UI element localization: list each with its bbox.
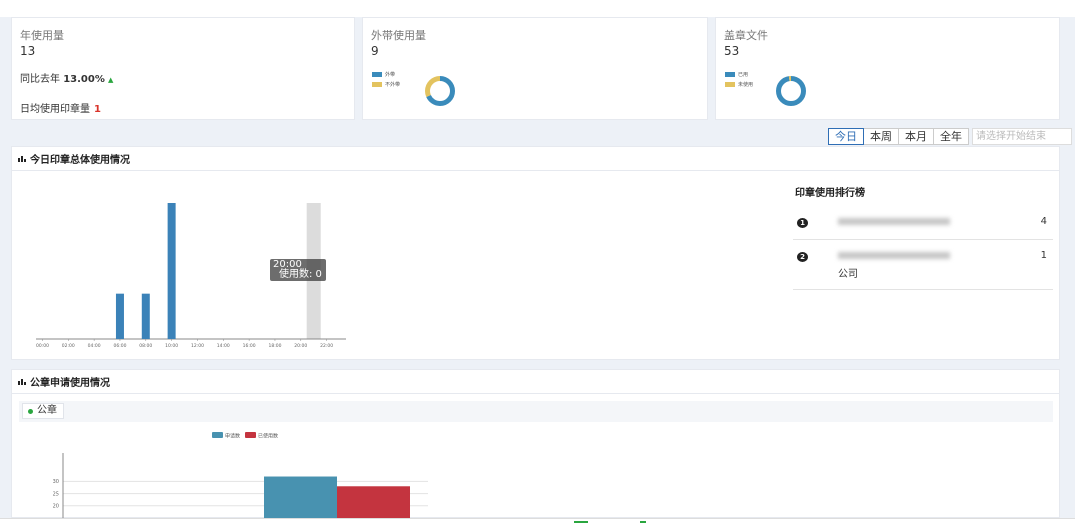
redacted-name (838, 218, 950, 225)
bottom-strip (0, 518, 1075, 529)
legend-item: 未使用 (725, 81, 753, 88)
x-tick-label: 02:00 (62, 343, 75, 349)
x-tick-label: 06:00 (113, 343, 126, 349)
rank-count: 1 (1040, 250, 1047, 261)
bar-chart-icon (18, 379, 26, 385)
bar[interactable] (167, 203, 176, 339)
x-tick-label: 18:00 (268, 343, 281, 349)
external-usage-donut (425, 76, 455, 106)
range-today[interactable]: 今日 (828, 128, 864, 145)
card-value: 53 (724, 44, 740, 58)
tooltip-value: 使用数: 0 (273, 270, 323, 280)
card-title: 外带使用量 (371, 29, 426, 42)
tooltip-label: 使用数: 0 (279, 269, 322, 280)
card-title: 盖章文件 (724, 29, 768, 42)
legend-swatch (372, 72, 382, 77)
legend-item: 外带 (372, 71, 395, 78)
scroll-marker (574, 521, 588, 523)
legend-swatch (725, 72, 735, 77)
panel-title: 公章申请使用情况 (30, 378, 110, 389)
ranking-row[interactable]: 1 4 (793, 205, 1053, 240)
chart-tooltip: 20:00 使用数: 0 (270, 259, 326, 281)
bar[interactable] (115, 293, 124, 339)
redacted-name (838, 252, 950, 259)
x-tick-label: 16:00 (243, 343, 256, 349)
legend-label: 申请数 (225, 433, 240, 440)
scroll-marker (640, 521, 646, 523)
y-tick-label: 30 (53, 479, 59, 485)
rank-subtitle: 公司 (838, 269, 858, 280)
legend-label: 已使用数 (258, 433, 278, 440)
y-tick-label: 25 (53, 491, 59, 497)
bar[interactable] (141, 293, 150, 339)
x-tick-label: 08:00 (139, 343, 152, 349)
x-tick-label: 12:00 (191, 343, 204, 349)
legend-label: 已用 (738, 72, 749, 78)
tab-seal[interactable]: 公章 (22, 403, 64, 419)
stamped-files-donut (776, 76, 806, 106)
legend-swatch (212, 432, 223, 438)
hourly-usage-chart: 00:00 02:00 04:00 06:00 08:00 10:00 12:00 14:00… (36, 203, 346, 349)
range-month[interactable]: 本月 (898, 128, 934, 145)
ranking-row[interactable]: 2 1 公司 (793, 240, 1053, 290)
external-usage-card: 外带使用量 9 外带 不外带 (362, 17, 708, 120)
range-week[interactable]: 本周 (863, 128, 899, 145)
x-tick-label: 00:00 (36, 343, 49, 349)
rank-badge: 1 (797, 218, 808, 228)
x-tick-label: 04:00 (88, 343, 101, 349)
range-selector: 今日 本周 本月 全年 请选择开始结束 (828, 128, 1072, 145)
legend-label: 未使用 (738, 82, 754, 88)
ranking-title: 印章使用排行榜 (795, 188, 865, 199)
legend-item: 不外带 (372, 81, 400, 88)
rank-badge: 2 (797, 252, 808, 262)
seal-usage-chart: 申请数 已使用数 30 25 20 (53, 432, 428, 518)
rank-count: 4 (1040, 216, 1047, 227)
card-value: 9 (371, 44, 379, 58)
bar[interactable] (264, 476, 337, 518)
bar[interactable] (337, 486, 410, 518)
legend-swatch (725, 82, 735, 87)
x-tick-label: 22:00 (320, 343, 333, 349)
tab-label: 公章 (37, 405, 57, 416)
x-tick-label: 20:00 (294, 343, 307, 349)
legend-item: 已用 (725, 71, 748, 78)
seal-tab-bar: 公章 (19, 401, 1053, 422)
panel-header: 公章申请使用情况 (12, 370, 1059, 394)
date-range-input[interactable]: 请选择开始结束 (972, 128, 1072, 145)
x-tick-label: 10:00 (165, 343, 178, 349)
legend-label: 不外带 (385, 82, 401, 88)
y-tick-label: 20 (53, 504, 59, 510)
donut-segment (776, 76, 806, 106)
legend-label: 外带 (385, 72, 396, 78)
x-tick-label: 14:00 (217, 343, 230, 349)
legend-swatch (372, 82, 382, 87)
range-year[interactable]: 全年 (933, 128, 969, 145)
legend-swatch (245, 432, 256, 438)
status-dot (28, 409, 33, 414)
stamped-files-card: 盖章文件 53 已用 未使用 (715, 17, 1060, 120)
